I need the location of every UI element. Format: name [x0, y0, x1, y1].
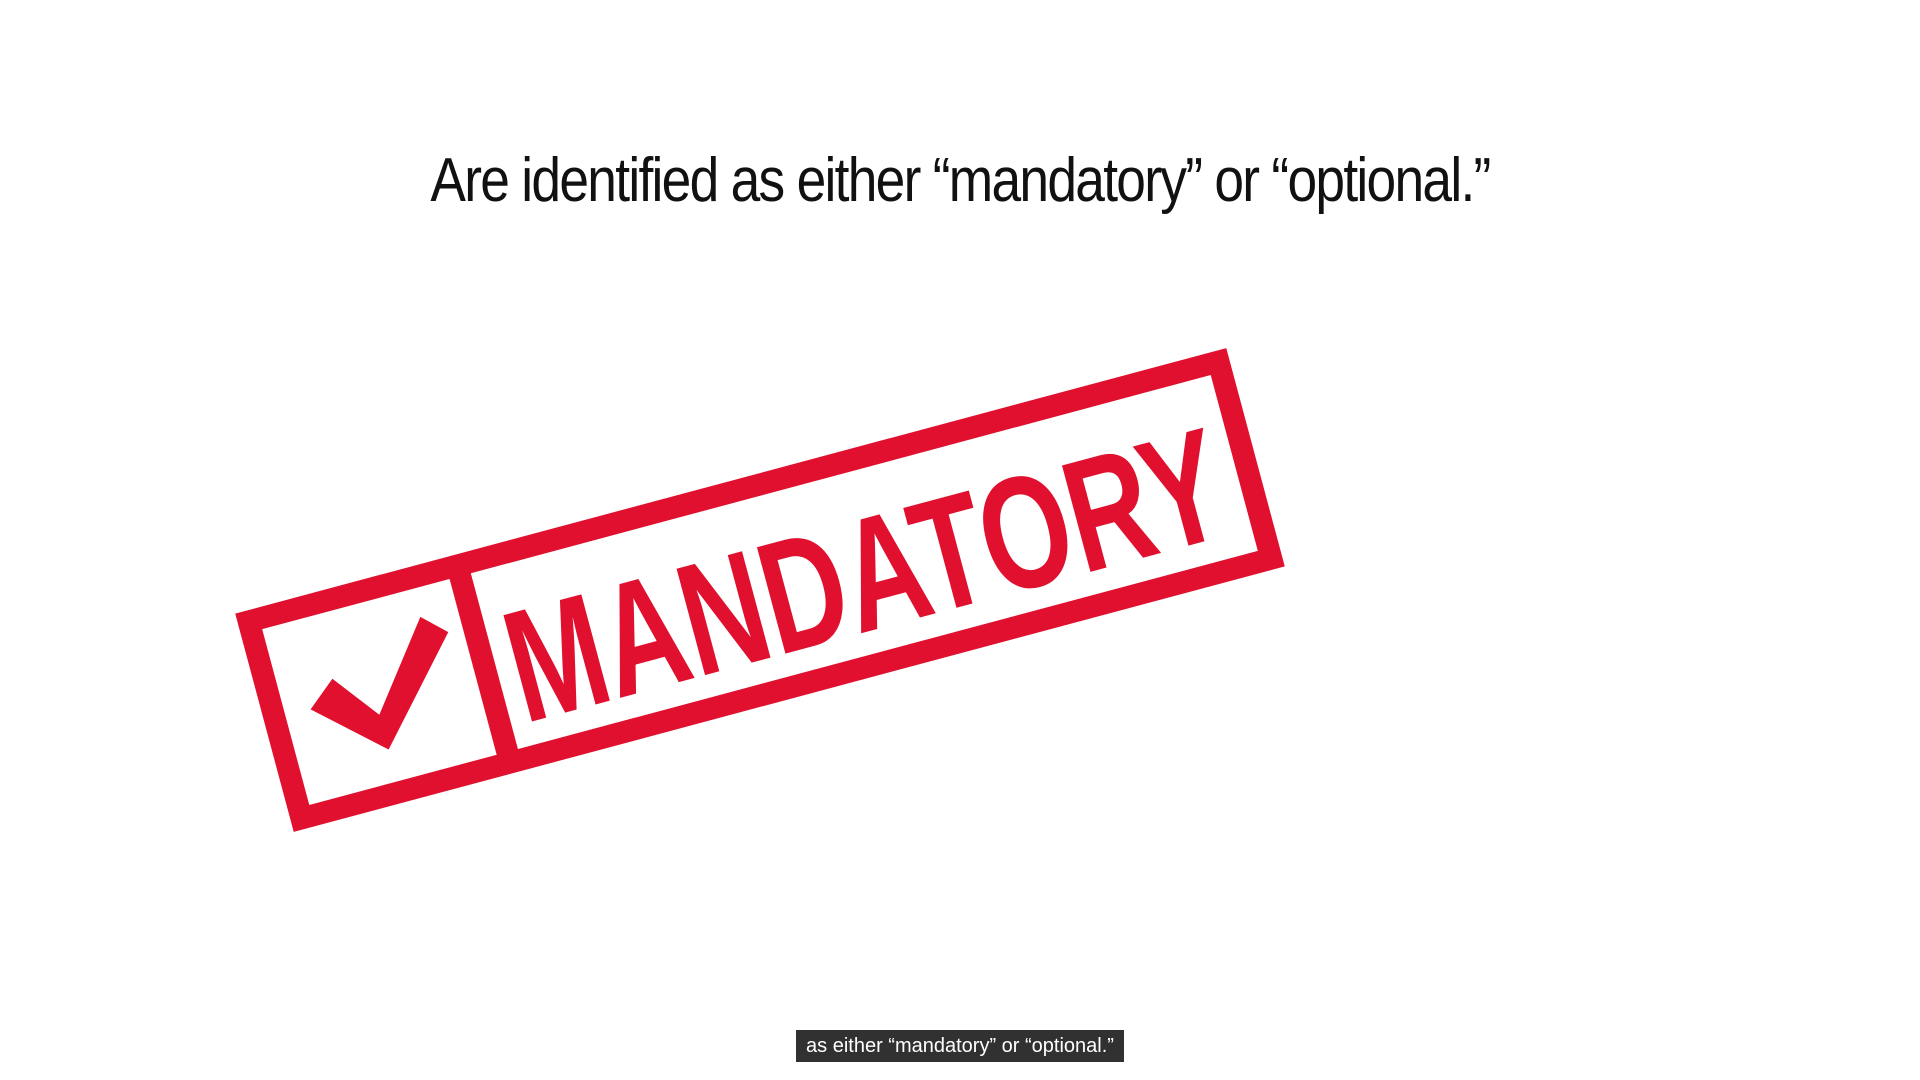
video-frame: Are identified as either “mandatory” or …	[0, 0, 1920, 1080]
mandatory-stamp: MANDATORY	[0, 0, 1920, 1080]
closed-caption: as either “mandatory” or “optional.”	[796, 1030, 1124, 1062]
checkmark-icon	[310, 616, 449, 750]
subtitle-bar: as either “mandatory” or “optional.”	[0, 1030, 1920, 1062]
